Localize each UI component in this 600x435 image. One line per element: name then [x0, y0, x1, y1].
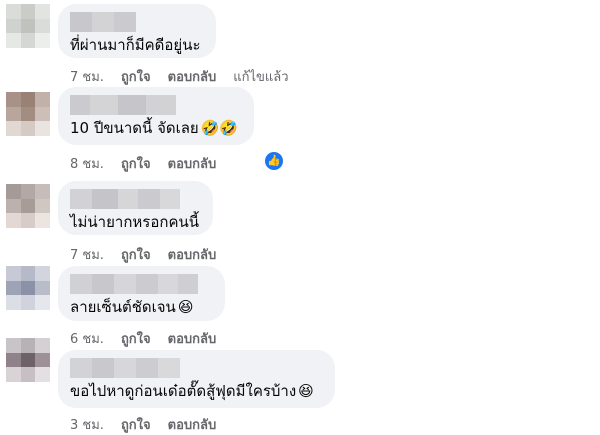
timestamp[interactable]: 7 ชม. — [70, 244, 104, 265]
like-button[interactable]: ถูกใจ — [121, 153, 151, 174]
rofl-emoji: 🤣🤣 — [200, 119, 239, 137]
avatar[interactable] — [6, 338, 50, 382]
like-button[interactable]: ถูกใจ — [121, 328, 151, 349]
timestamp[interactable]: 6 ชม. — [70, 328, 104, 349]
reply-button[interactable]: ตอบกลับ — [168, 414, 217, 435]
blurred-author-name[interactable] — [70, 358, 323, 378]
comment-bubble: ขอไปหาดูก่อนเด๋อตั๊ดสู้ฟุดมีใครบ้าง 😆 — [58, 350, 335, 408]
laughing-emoji: 😆 — [177, 298, 194, 316]
like-button[interactable]: ถูกใจ — [121, 414, 151, 435]
like-thumb-icon[interactable]: 👍 — [265, 152, 283, 170]
avatar[interactable] — [6, 266, 50, 310]
avatar[interactable] — [6, 4, 50, 48]
reply-button[interactable]: ตอบกลับ — [168, 328, 217, 349]
comment-bubble: ไม่น่ายากหรอกคนนี้ — [58, 181, 213, 235]
avatar[interactable] — [6, 184, 50, 228]
comment-meta: 7 ชม. ถูกใจ ตอบกลับ แก้ไขแล้ว — [70, 66, 306, 87]
comment-text: ที่ผ่านมาก็มีคดีอยู่นะ — [70, 36, 201, 54]
blurred-author-name[interactable] — [70, 95, 242, 115]
comment-bubble: 10 ปีขนาดนี้ จัดเลย 🤣🤣 — [58, 87, 254, 145]
comment-text: ลายเซ็นต์ชัดเจน 😆 — [70, 298, 194, 316]
comment-text: 10 ปีขนาดนี้ จัดเลย 🤣🤣 — [70, 119, 239, 137]
comment-bubble: ที่ผ่านมาก็มีคดีอยู่นะ — [58, 4, 216, 58]
timestamp[interactable]: 7 ชม. — [70, 66, 104, 87]
blurred-author-name[interactable] — [70, 274, 213, 294]
comment-bubble: ลายเซ็นต์ชัดเจน 😆 — [58, 266, 225, 321]
blurred-author-name[interactable] — [70, 12, 204, 32]
comment-meta: 3 ชม. ถูกใจ ตอบกลับ — [70, 414, 233, 435]
avatar[interactable] — [6, 92, 50, 136]
edited-label[interactable]: แก้ไขแล้ว — [233, 66, 288, 87]
reply-button[interactable]: ตอบกลับ — [168, 66, 217, 87]
comment-meta: 8 ชม. ถูกใจ ตอบกลับ — [70, 153, 233, 174]
timestamp[interactable]: 3 ชม. — [70, 414, 104, 435]
timestamp[interactable]: 8 ชม. — [70, 153, 104, 174]
comment-text: ไม่น่ายากหรอกคนนี้ — [70, 213, 199, 231]
comment-text: ขอไปหาดูก่อนเด๋อตั๊ดสู้ฟุดมีใครบ้าง 😆 — [70, 382, 314, 400]
comment-meta: 7 ชม. ถูกใจ ตอบกลับ — [70, 244, 233, 265]
reply-button[interactable]: ตอบกลับ — [168, 244, 217, 265]
laughing-emoji: 😆 — [298, 382, 314, 400]
blurred-author-name[interactable] — [70, 189, 201, 209]
like-button[interactable]: ถูกใจ — [121, 244, 151, 265]
reply-button[interactable]: ตอบกลับ — [168, 153, 217, 174]
comment-meta: 6 ชม. ถูกใจ ตอบกลับ — [70, 328, 233, 349]
like-button[interactable]: ถูกใจ — [121, 66, 151, 87]
